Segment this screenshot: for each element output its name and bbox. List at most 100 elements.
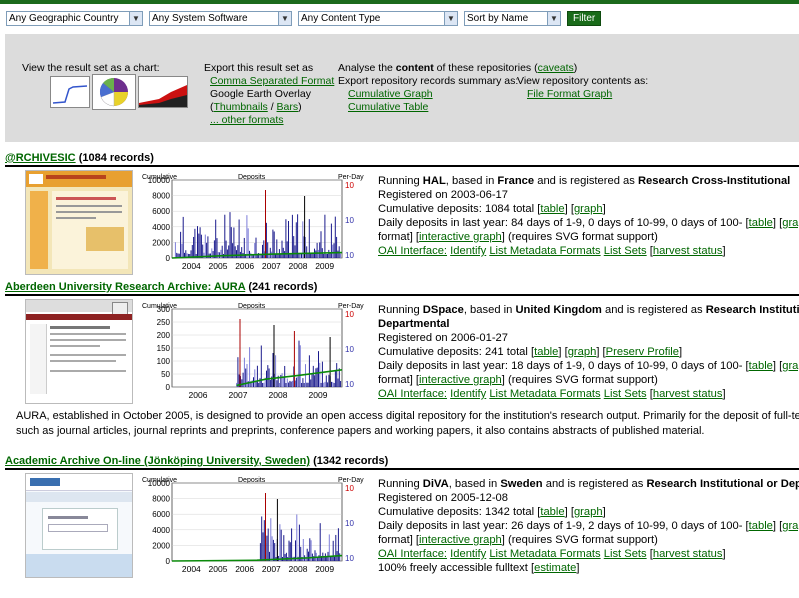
harvest-status-link[interactable]: harvest status: [653, 548, 723, 560]
oai-line: OAI Interface: Identify List Metadata Fo…: [378, 245, 726, 257]
x-tick-label: 2009: [315, 564, 334, 574]
y-tick-label: 6000: [152, 510, 170, 519]
x-tick-label: 2008: [269, 390, 288, 400]
harvest-status-link[interactable]: harvest status: [653, 245, 723, 257]
interactive-graph-link[interactable]: interactive graph: [419, 534, 502, 546]
graph-link[interactable]: graph: [568, 346, 597, 358]
export-google-earth: Google Earth Overlay: [210, 88, 311, 100]
table-link[interactable]: table: [540, 203, 564, 215]
format-tail: format]: [378, 231, 413, 243]
based-in-label: , based in: [463, 304, 516, 316]
repository-screenshot[interactable]: [25, 473, 133, 578]
daily-table-link[interactable]: table: [749, 360, 773, 372]
x-tick-label: 2004: [182, 261, 201, 271]
list-metadata-link[interactable]: List Metadata Formats: [489, 548, 600, 560]
record-name-link[interactable]: @RCHIVESIC: [5, 152, 76, 164]
file-format-graph-link[interactable]: File Format Graph: [527, 88, 612, 101]
list-metadata-link[interactable]: List Metadata Formats: [489, 245, 600, 257]
list-sets-link[interactable]: List Sets: [604, 548, 647, 560]
y-tick-label: 0: [166, 557, 171, 566]
chevron-down-icon[interactable]: ▼: [278, 11, 291, 25]
line-chart-icon: [52, 85, 88, 104]
list-sets-link[interactable]: List Sets: [604, 388, 647, 400]
cumulative-graph-link[interactable]: Cumulative Graph: [348, 88, 433, 101]
registered-as-label: and is registered as: [534, 175, 638, 187]
interactive-graph-link[interactable]: interactive graph: [419, 374, 502, 386]
line-chart-thumbnail[interactable]: [50, 76, 90, 108]
oai-link[interactable]: OAI Interface:: [378, 245, 447, 257]
deposits-chart[interactable]: Cumulative Deposits Per-Day300250200150100…: [140, 301, 365, 401]
interactive-graph-link[interactable]: interactive graph: [419, 231, 502, 243]
daily-table-link[interactable]: table: [749, 217, 773, 229]
x-tick-label: 2008: [289, 564, 308, 574]
running-label: Running: [378, 478, 423, 490]
software-select[interactable]: Any System Software ▼: [149, 10, 292, 26]
chevron-down-icon[interactable]: ▼: [547, 11, 560, 25]
record-info: Running HAL, based in France and is regi…: [378, 174, 799, 258]
record-name-link[interactable]: Academic Archive On-line (Jönköping Univ…: [5, 455, 310, 467]
graph-link[interactable]: graph: [574, 506, 603, 518]
content-type-select[interactable]: Any Content Type ▼: [298, 10, 458, 26]
oai-link[interactable]: OAI Interface:: [378, 548, 447, 560]
y-tick-label: 4000: [152, 526, 170, 535]
table-link[interactable]: table: [540, 506, 564, 518]
analyse-bold: content: [395, 62, 434, 74]
daily-line: Daily deposits in last year: 26 days of …: [378, 519, 799, 533]
sort-select[interactable]: Sort by Name ▼: [464, 10, 561, 26]
daily-graph-link[interactable]: graph: [782, 360, 799, 372]
harvest-status-link[interactable]: harvest status: [653, 388, 723, 400]
oai-link[interactable]: OAI Interface:: [378, 388, 447, 400]
pie-chart-thumbnail[interactable]: [92, 74, 136, 110]
repository-screenshot[interactable]: [25, 170, 133, 275]
based-in-label: , based in: [448, 478, 501, 490]
export-thumbnail-line: (Thumbnails / Bars): [210, 101, 302, 114]
deposits-chart[interactable]: Cumulative Deposits Per-Day100008000600040…: [140, 475, 365, 575]
other-formats-link[interactable]: ... other formats: [210, 114, 284, 127]
deposits-chart[interactable]: Cumulative Deposits Per-Day100008000600040…: [140, 172, 365, 272]
caveats-link[interactable]: caveats: [538, 62, 574, 74]
running-label: Running: [378, 175, 423, 187]
registered-date: Registered on 2005-12-08: [378, 492, 508, 504]
chevron-down-icon[interactable]: ▼: [129, 11, 142, 25]
repository-type: Research Cross-Institutional: [637, 175, 791, 187]
y-tick-label: 300: [157, 305, 171, 314]
right-axis-label: 10: [345, 181, 354, 190]
identify-link[interactable]: Identify: [450, 245, 486, 257]
daily-graph-link[interactable]: graph: [782, 520, 799, 532]
format-line: format] [interactive graph] (requires SV…: [378, 534, 658, 546]
y-tick-label: 2000: [152, 238, 170, 247]
filter-button[interactable]: Filter: [567, 10, 602, 26]
record-divider: [5, 294, 799, 296]
identify-link[interactable]: Identify: [450, 388, 486, 400]
repository-screenshot[interactable]: [25, 299, 133, 404]
x-tick-label: 2006: [235, 261, 254, 271]
cumulative-line: Cumulative deposits: 1084 total [table] …: [378, 203, 606, 215]
list-sets-link[interactable]: List Sets: [604, 245, 647, 257]
graph-link[interactable]: graph: [574, 203, 603, 215]
chevron-down-icon[interactable]: ▼: [444, 11, 457, 25]
right-axis-label: 10: [345, 484, 354, 493]
bars-link[interactable]: Bars: [277, 101, 299, 113]
table-link[interactable]: table: [534, 346, 558, 358]
record-name-link[interactable]: Aberdeen University Research Archive: AU…: [5, 281, 245, 293]
record-heading: @RCHIVESIC (1084 records): [5, 152, 154, 164]
sort-select-value: Sort by Name: [467, 12, 529, 24]
svg-note: (requires SVG format support): [504, 231, 658, 243]
daily-table-link[interactable]: table: [749, 520, 773, 532]
y-tick-label: 6000: [152, 207, 170, 216]
export-csv-link[interactable]: Comma Separated Format: [210, 75, 334, 88]
daily-graph-link[interactable]: graph: [782, 217, 799, 229]
identify-link[interactable]: Identify: [450, 548, 486, 560]
cumulative-table-link[interactable]: Cumulative Table: [348, 101, 428, 114]
country-select[interactable]: Any Geographic Country ▼: [6, 10, 143, 26]
thumbnails-link[interactable]: Thumbnails: [214, 101, 268, 113]
country-name: France: [497, 175, 535, 187]
list-metadata-link[interactable]: List Metadata Formats: [489, 388, 600, 400]
y-tick-label: 50: [161, 370, 170, 379]
paren-close: ): [298, 101, 302, 113]
fulltext-line: 100% freely accessible fulltext [estimat…: [378, 562, 580, 574]
preserv-profile-link[interactable]: Preserv Profile: [606, 346, 679, 358]
area-chart-thumbnail[interactable]: [138, 76, 188, 108]
x-tick-label: 2008: [289, 261, 308, 271]
estimate-link[interactable]: estimate: [534, 562, 576, 574]
